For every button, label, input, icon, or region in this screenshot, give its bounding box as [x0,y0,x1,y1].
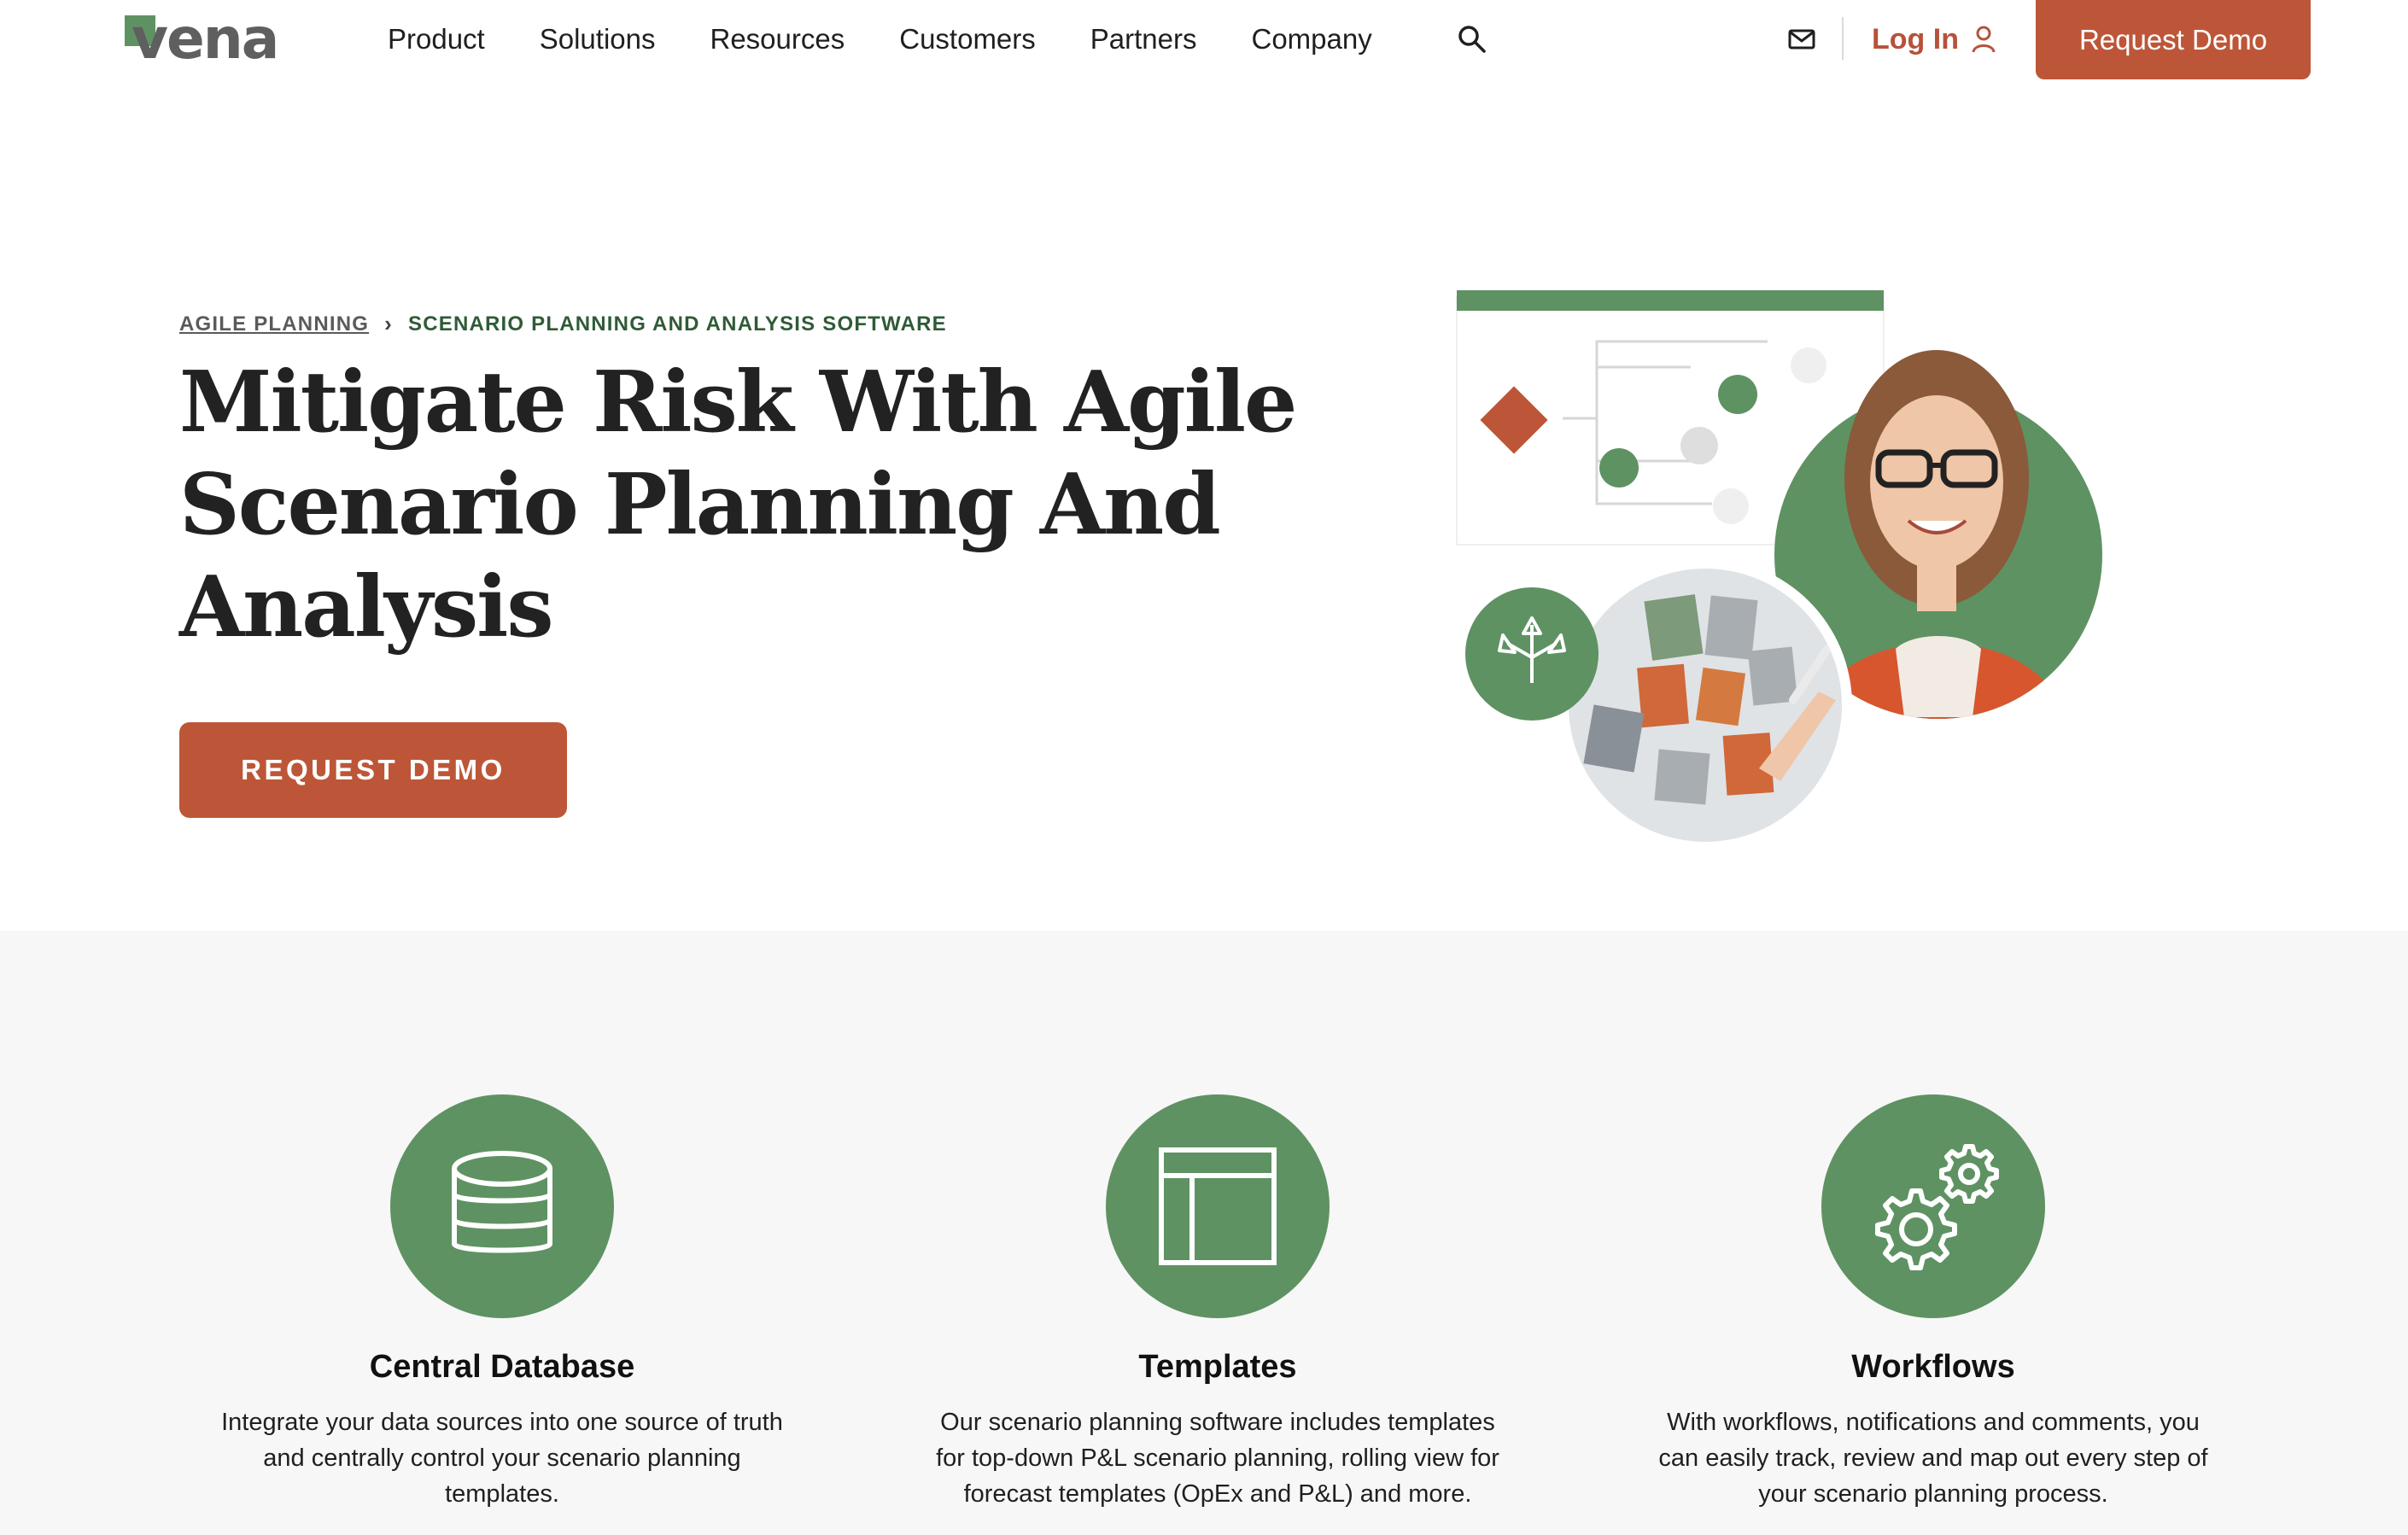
breadcrumb-parent-link[interactable]: AGILE PLANNING [179,312,369,336]
main-nav: Product Solutions Resources Customers Pa… [388,0,1427,79]
nav-item-company[interactable]: Company [1252,23,1372,55]
request-demo-hero-button[interactable]: REQUEST DEMO [179,722,567,818]
breadcrumb-current: SCENARIO PLANNING AND ANALYSIS SOFTWARE [408,312,947,336]
logo-wordmark: vena [132,6,279,72]
feature-central-database: Central Database Integrate your data sou… [203,1094,801,1512]
login-link[interactable]: Log In [1872,19,1996,60]
feature-title: Workflows [1851,1349,2015,1385]
feature-description: With workflows, notifications and commen… [1658,1409,2208,1508]
page-title-line: Scenario Planning And [179,456,1221,554]
nav-item-partners[interactable]: Partners [1090,23,1197,55]
features-section: Central Database Integrate your data sou… [0,931,2408,1535]
nav-item-solutions[interactable]: Solutions [540,23,656,55]
hero-illustration [1456,290,2102,852]
feature-description: Integrate your data sources into one sou… [221,1409,783,1508]
user-icon [1972,26,1996,53]
search-icon[interactable] [1457,24,1487,55]
site-header: vena Product Solutions Resources Custome… [0,0,2408,85]
template-layout-icon [1106,1094,1330,1318]
feature-title: Central Database [369,1349,635,1385]
feature-workflows: Workflows With workflows, notifications … [1634,1094,2232,1512]
chevron-right-icon: › [384,311,393,336]
login-label: Log In [1872,22,1959,55]
feature-templates: Templates Our scenario planning software… [919,1094,1517,1512]
page-title: Mitigate Risk With Agile Scenario Planni… [179,352,1315,659]
breadcrumb: AGILE PLANNING › SCENARIO PLANNING AND A… [179,311,947,337]
database-icon [390,1094,614,1318]
header-divider [1842,17,1844,60]
request-demo-header-button[interactable]: Request Demo [2036,0,2311,79]
page-title-line: Analysis [179,558,554,657]
nav-item-product[interactable]: Product [388,23,485,55]
mail-icon[interactable] [1788,27,1815,51]
feature-description: Our scenario planning software includes … [936,1409,1499,1508]
nav-item-customers[interactable]: Customers [899,23,1036,55]
nav-item-resources[interactable]: Resources [710,23,845,55]
vena-logo[interactable]: vena [125,6,283,72]
sticky-notes-photo [1558,558,1852,852]
split-arrows-icon [1465,587,1599,721]
feature-title: Templates [1138,1349,1297,1385]
gears-icon [1821,1094,2045,1318]
page-title-line: Mitigate Risk With Agile [179,353,1297,452]
